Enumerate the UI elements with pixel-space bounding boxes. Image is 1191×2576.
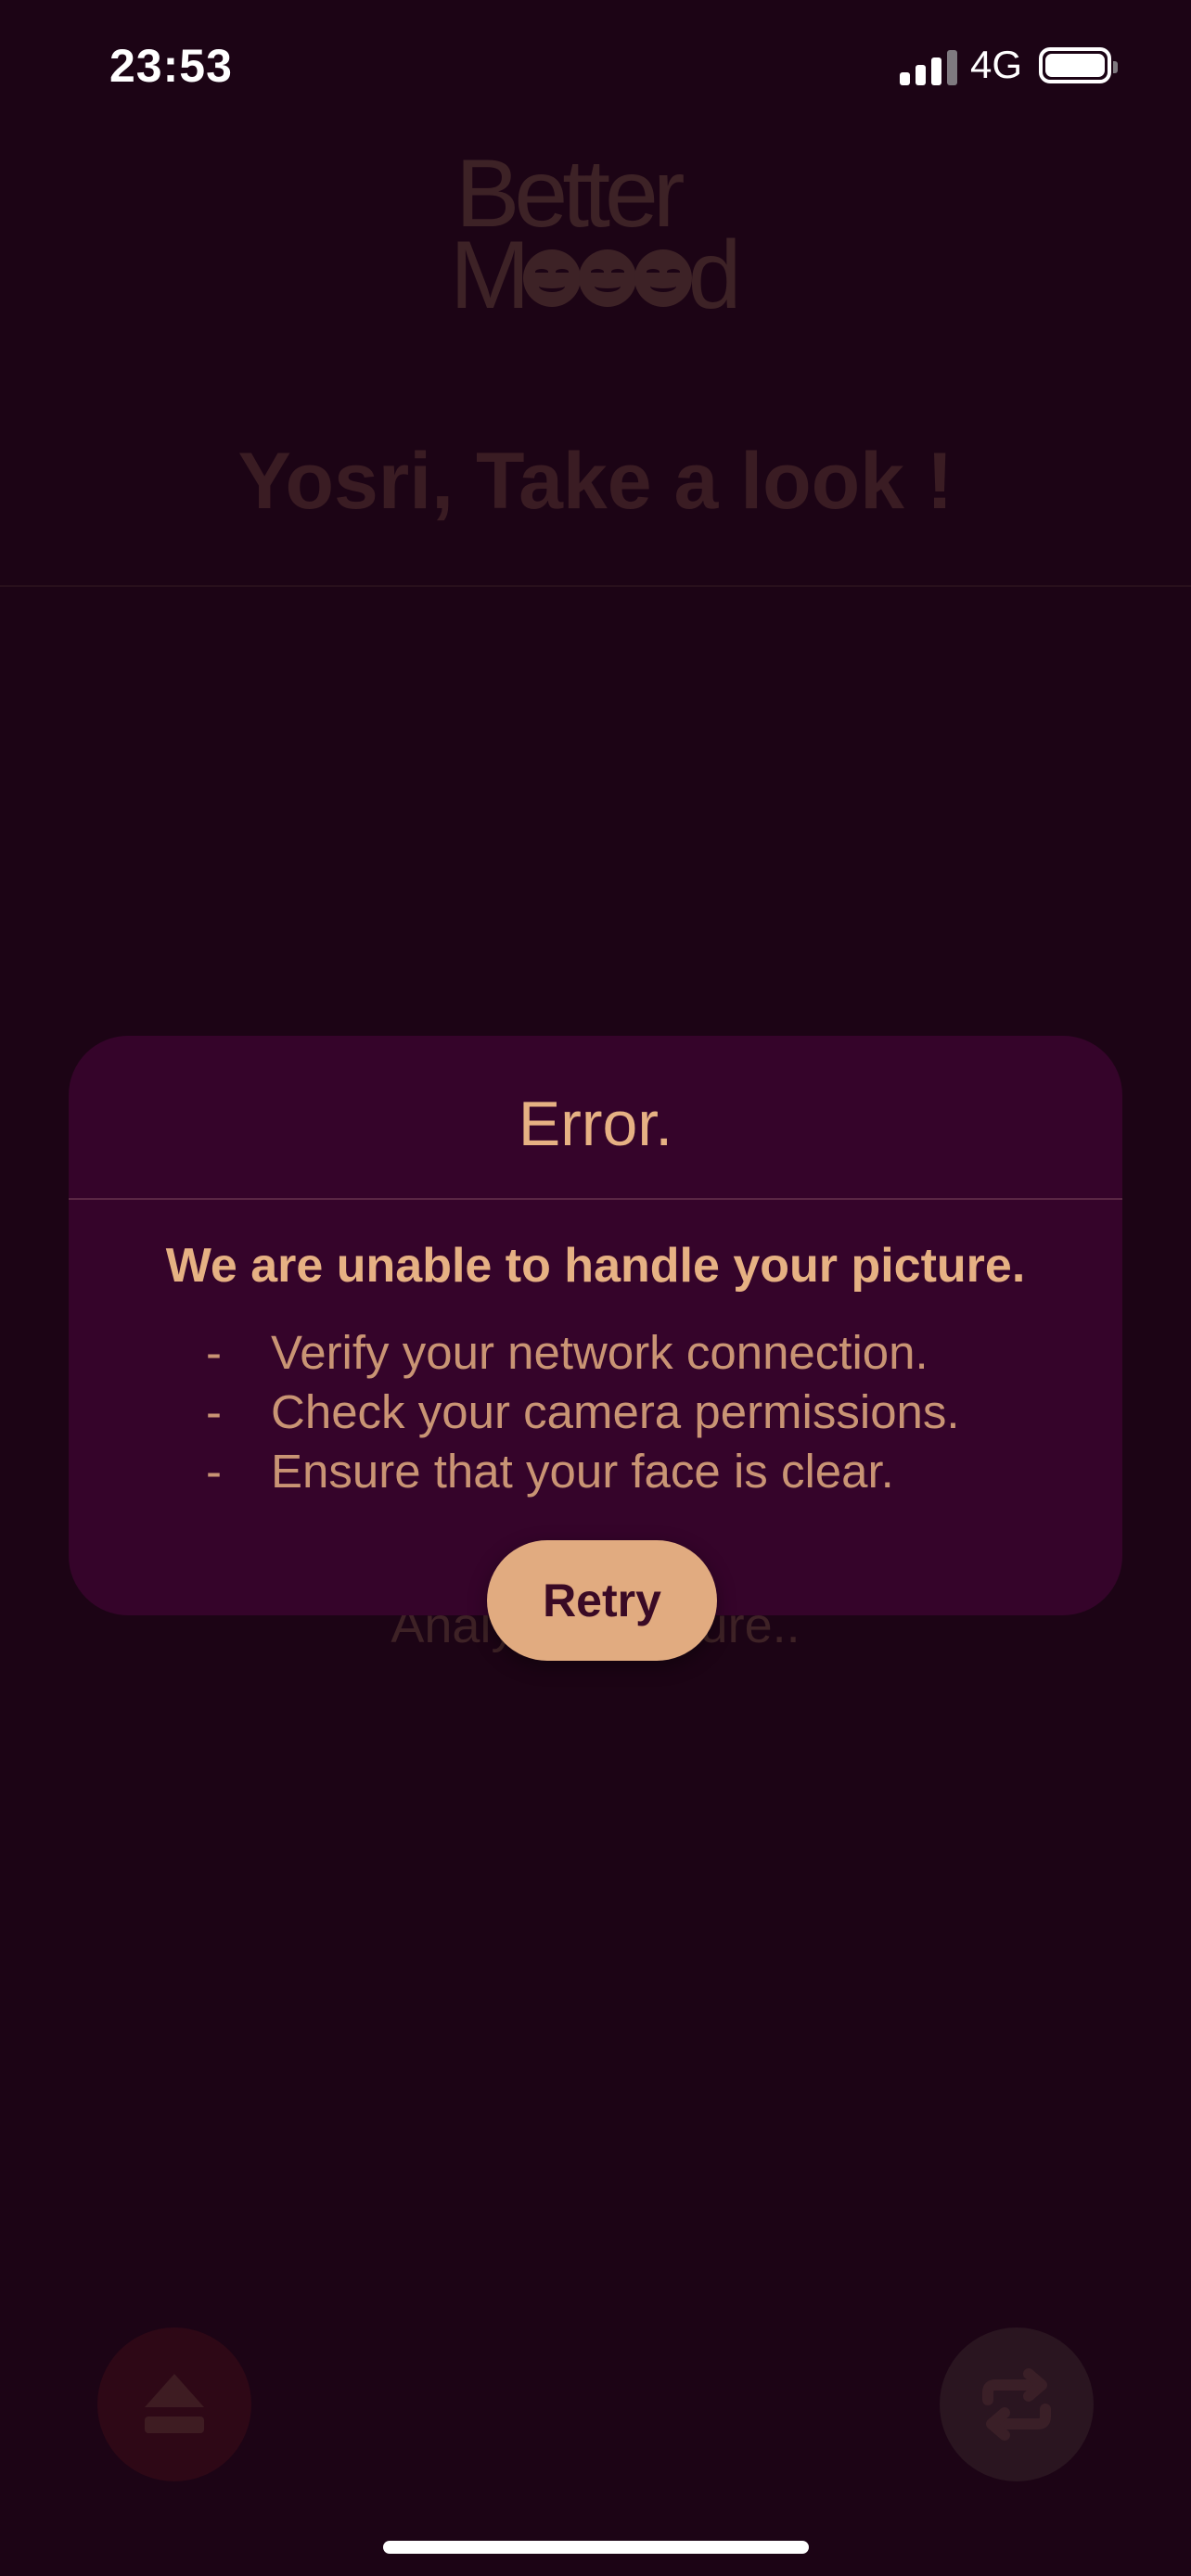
logo-text-m: M [450, 222, 531, 329]
logo-face-icon [578, 249, 636, 307]
switch-camera-icon [982, 2368, 1051, 2441]
dialog-title: Error. [518, 1089, 673, 1159]
dialog-divider [69, 1198, 1122, 1200]
dialog-message: We are unable to handle your picture. [165, 1239, 1026, 1293]
header-divider [0, 585, 1191, 587]
logo-text-d: d [687, 222, 742, 329]
app-logo: Better M d [450, 146, 747, 329]
status-time: 23:53 [109, 40, 233, 92]
signal-icon [900, 48, 957, 85]
logo-face-icon [634, 249, 692, 307]
list-item: - Check your camera permissions. [206, 1385, 960, 1438]
retry-button[interactable]: Retry [487, 1540, 717, 1661]
home-indicator[interactable] [383, 2541, 809, 2554]
list-item: - Verify your network connection. [206, 1326, 928, 1379]
page-title: Yosri, Take a look ! [237, 437, 954, 526]
troubleshooting-list: - Verify your network connection. - Check … [206, 1323, 1096, 1501]
switch-camera-button[interactable] [940, 2327, 1094, 2481]
status-bar: 23:53 4G [0, 0, 1191, 130]
list-item: - Ensure that your face is clear. [206, 1445, 894, 1498]
network-type: 4G [970, 43, 1023, 86]
error-dialog: Error. We are unable to handle your pict… [69, 1036, 1122, 1615]
eject-button[interactable] [97, 2327, 251, 2481]
battery-icon [1039, 47, 1118, 83]
logo-face-icon [522, 249, 581, 307]
